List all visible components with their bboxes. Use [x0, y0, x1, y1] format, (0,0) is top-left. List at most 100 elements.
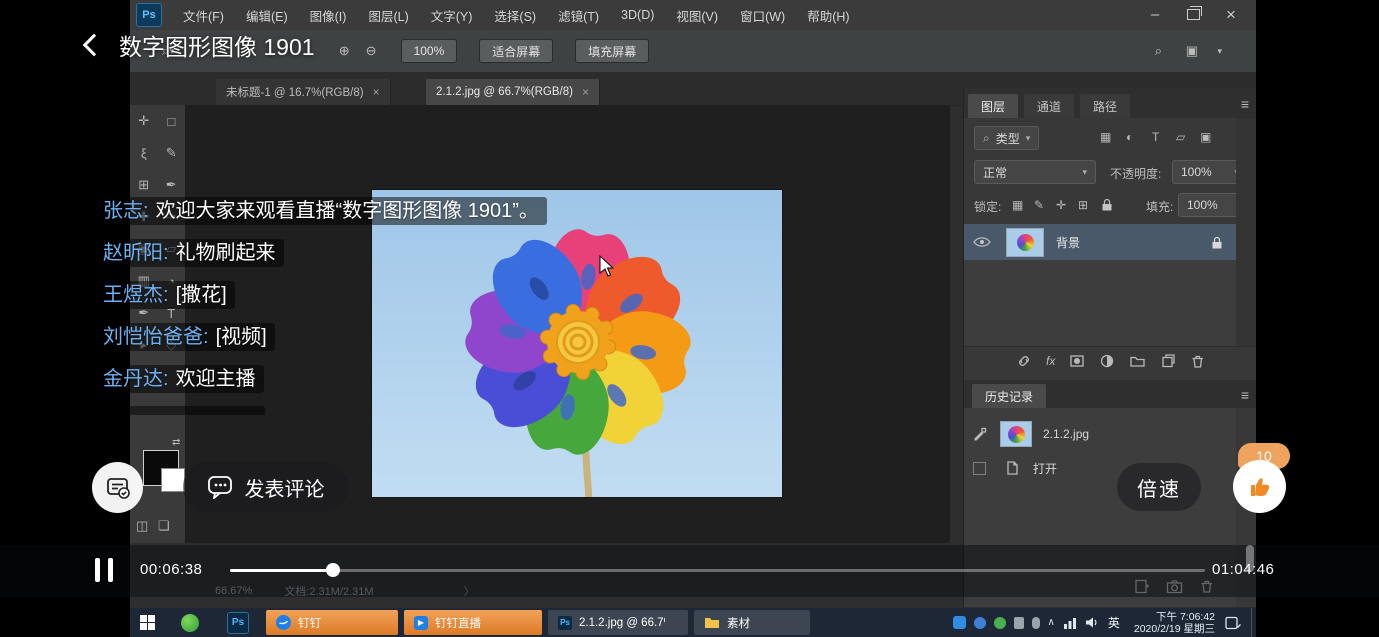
- delete-layer-icon[interactable]: [1190, 353, 1205, 369]
- browser-taskbar-icon[interactable]: [181, 614, 199, 632]
- layer-mask-icon[interactable]: [1069, 353, 1085, 369]
- history-row-212jpg[interactable]: 2.1.2.jpg: [964, 418, 1236, 450]
- minimize-button[interactable]: –: [1136, 0, 1174, 29]
- zoom-in-icon[interactable]: ⊕: [339, 43, 350, 59]
- layer-filter-kind[interactable]: ⌕ 类型 ▾: [974, 126, 1039, 150]
- thumbs-up-icon: [1246, 474, 1273, 500]
- layer-visibility-eye-icon[interactable]: [972, 235, 994, 249]
- tab-history[interactable]: 历史记录: [972, 384, 1046, 408]
- filter-shape-icon[interactable]: ▱: [1176, 130, 1185, 144]
- document-icon: [1005, 460, 1019, 476]
- link-layers-icon[interactable]: [1016, 353, 1032, 369]
- layer-row-background[interactable]: 背景: [964, 224, 1236, 260]
- background-color-swatch[interactable]: [161, 468, 185, 492]
- comment-list-button[interactable]: [92, 462, 143, 513]
- filter-adjustment-icon[interactable]: ◐: [1126, 130, 1133, 144]
- back-button[interactable]: [83, 34, 106, 57]
- tool-move-icon[interactable]: ✛: [130, 105, 158, 137]
- start-button[interactable]: [140, 615, 155, 630]
- lock-paint-icon[interactable]: ✎: [1034, 198, 1044, 212]
- tab-close-icon[interactable]: ×: [582, 85, 589, 99]
- layer-group-icon[interactable]: [1129, 353, 1146, 369]
- doc-tab-untitled[interactable]: 未标题-1 @ 16.7%(RGB/8) ×: [216, 79, 391, 105]
- tab-layers[interactable]: 图层: [968, 94, 1018, 118]
- playback-speed-button[interactable]: 倍速: [1117, 463, 1201, 511]
- doc-tab-212jpg[interactable]: 2.1.2.jpg @ 66.7%(RGB/8) ×: [426, 79, 600, 105]
- menu-image[interactable]: 图像(I): [299, 0, 358, 30]
- restore-button[interactable]: [1174, 0, 1212, 29]
- menu-layer[interactable]: 图层(L): [357, 0, 419, 30]
- layers-scroll-gutter[interactable]: [1236, 118, 1256, 346]
- filter-type-icon[interactable]: T: [1152, 130, 1159, 144]
- layer-thumbnail[interactable]: [1006, 228, 1044, 257]
- close-button[interactable]: ×: [1212, 0, 1250, 29]
- lock-all-icon[interactable]: [1100, 197, 1114, 212]
- chevron-down-icon[interactable]: ▾: [1217, 46, 1222, 57]
- filter-smartobject-icon[interactable]: ▣: [1200, 130, 1211, 144]
- menu-help[interactable]: 帮助(H): [796, 0, 860, 30]
- lock-artboard-icon[interactable]: ⊞: [1078, 198, 1088, 212]
- pause-button[interactable]: [95, 558, 113, 582]
- chat-username: 金丹达:: [103, 368, 169, 390]
- tray-dingtalk-icon[interactable]: [953, 616, 966, 629]
- menu-file[interactable]: 文件(F): [172, 0, 235, 30]
- ime-indicator[interactable]: 英: [1108, 614, 1120, 631]
- zoom-100-button[interactable]: 100%: [401, 39, 458, 63]
- history-source-icon[interactable]: [972, 426, 988, 442]
- menu-view[interactable]: 视图(V): [665, 0, 729, 30]
- tab-channels[interactable]: 通道: [1024, 94, 1074, 118]
- search-icon[interactable]: ⌕: [1155, 43, 1162, 59]
- screen-mode-icon[interactable]: ❏: [158, 510, 170, 542]
- tray-mic-icon[interactable]: [1032, 617, 1040, 629]
- tool-marquee-icon[interactable]: □: [158, 105, 186, 137]
- taskbar-app-folder[interactable]: 素材: [694, 610, 810, 635]
- layer-effects-icon[interactable]: fx: [1046, 354, 1055, 368]
- comment-input-pill[interactable]: 发表评论: [183, 462, 348, 512]
- tool-quickselect-icon[interactable]: ✎: [158, 137, 186, 169]
- tray-usb-icon[interactable]: [1014, 617, 1024, 629]
- history-checkbox[interactable]: [973, 462, 986, 475]
- progress-track[interactable]: [230, 569, 1205, 572]
- action-center-icon[interactable]: [1225, 616, 1241, 630]
- adjustment-layer-icon[interactable]: [1099, 353, 1115, 369]
- fit-screen-button[interactable]: 适合屏幕: [479, 39, 553, 63]
- fill-screen-button[interactable]: 填充屏幕: [575, 39, 649, 63]
- menu-filter[interactable]: 滤镜(T): [547, 0, 610, 30]
- filter-search-icon: ⌕: [983, 131, 990, 146]
- show-desktop-button[interactable]: [1251, 608, 1256, 637]
- tray-expand-icon[interactable]: ∧: [1048, 617, 1055, 628]
- blend-mode-select[interactable]: 正常 ▾: [974, 160, 1096, 184]
- live-title: 数字图形图像 1901: [119, 28, 315, 62]
- new-layer-icon[interactable]: [1160, 353, 1176, 369]
- swap-colors-icon[interactable]: ⇄: [172, 437, 180, 448]
- tray-app-icon[interactable]: [974, 617, 986, 629]
- taskbar-app-dingtalk-live[interactable]: ▶ 钉钉直播: [404, 610, 542, 635]
- taskbar-app-dingtalk[interactable]: 钉钉: [266, 610, 398, 635]
- menu-type[interactable]: 文字(Y): [420, 0, 484, 30]
- tool-lasso-icon[interactable]: ξ: [130, 137, 158, 169]
- progress-knob[interactable]: [326, 563, 340, 577]
- like-button[interactable]: [1233, 460, 1286, 513]
- workspace-icon[interactable]: ▣: [1186, 43, 1198, 59]
- quickmask-icon[interactable]: ◫: [136, 510, 148, 542]
- volume-icon[interactable]: [1085, 616, 1100, 629]
- panel-menu-icon[interactable]: ≡: [1241, 96, 1249, 112]
- taskbar-clock[interactable]: 下午 7:06:42 2020/2/19 星期三: [1134, 611, 1215, 635]
- tab-paths[interactable]: 路径: [1080, 94, 1130, 118]
- lock-transparent-icon[interactable]: ▦: [1012, 198, 1023, 212]
- network-icon[interactable]: [1063, 617, 1077, 629]
- tray-security-icon[interactable]: [994, 617, 1006, 629]
- menu-edit[interactable]: 编辑(E): [235, 0, 299, 30]
- photoshop-taskbar-icon[interactable]: Ps: [227, 612, 249, 634]
- menu-select[interactable]: 选择(S): [483, 0, 547, 30]
- taskbar-app-psdoc[interactable]: Ps 2.1.2.jpg @ 66.7%...: [548, 610, 688, 635]
- taskbar-app-label: 钉钉直播: [435, 615, 481, 631]
- tab-close-icon[interactable]: ×: [373, 85, 380, 99]
- menu-window[interactable]: 窗口(W): [729, 0, 796, 30]
- menu-3d[interactable]: 3D(D): [610, 0, 665, 30]
- taskbar-app-label: 钉钉: [298, 615, 321, 631]
- lock-move-icon[interactable]: ✛: [1056, 198, 1066, 212]
- filter-pixel-icon[interactable]: ▦: [1100, 130, 1111, 144]
- zoom-out-icon[interactable]: ⊖: [366, 43, 377, 59]
- panel-menu-icon[interactable]: ≡: [1241, 387, 1249, 403]
